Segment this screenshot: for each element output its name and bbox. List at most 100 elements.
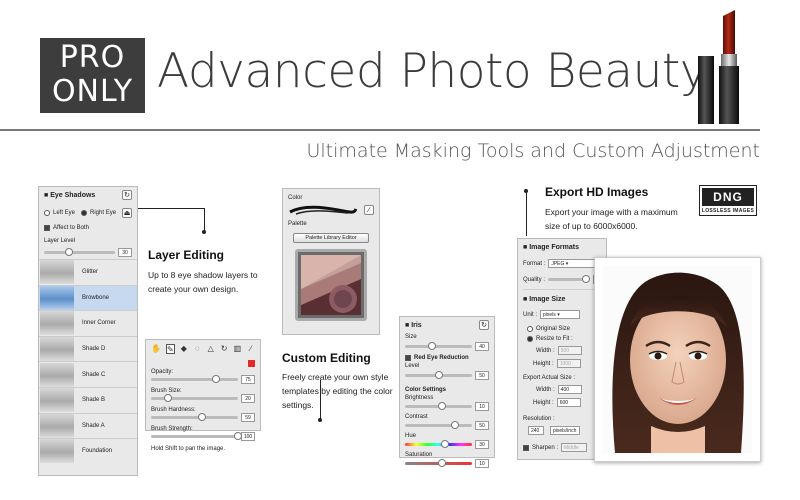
layer-thumbnail [40,439,74,464]
slider-knob[interactable] [451,421,460,429]
layer-item[interactable]: Shade D [39,335,137,362]
iris-title: ■ Iris [405,321,422,329]
eyedropper-icon[interactable]: ∕ [364,205,374,215]
eraser-icon[interactable]: ◆ [180,344,188,354]
contrast-label: Contrast [405,414,428,420]
iris-size-value[interactable]: 40 [475,342,489,351]
saturation-slider[interactable] [405,459,472,467]
reset-icon[interactable]: ↻ [122,190,132,200]
opacity-value[interactable]: 75 [241,375,255,384]
original-size-label: Original Size [536,326,571,332]
slider-knob[interactable] [427,342,436,350]
resolution-field[interactable]: 240 [528,426,544,435]
quality-slider[interactable] [548,275,590,283]
sharpen-checkbox[interactable] [523,444,529,451]
layer-item[interactable]: Foundation [39,438,137,464]
red-eye-checkbox[interactable] [405,355,411,361]
iris-size-slider[interactable] [405,342,472,350]
slider-knob[interactable] [581,275,590,283]
slider-knob[interactable] [234,432,242,440]
color-settings-label: Color Settings [405,387,447,393]
format-label: Format : [523,260,546,267]
page-subtitle: Ultimate Masking Tools and Custom Adjust… [306,140,761,162]
brush-strength-value[interactable]: 100 [241,432,255,441]
affect-both-checkbox[interactable] [44,225,50,231]
layer-level-value[interactable]: 30 [118,248,132,257]
left-eye-radio[interactable] [44,210,50,216]
slider-knob[interactable] [198,413,207,421]
slider-knob[interactable] [437,459,446,467]
level-slider[interactable] [405,371,472,379]
actual-width-field[interactable]: 400 [557,385,582,394]
palette-library-editor-button[interactable]: Palette Library Editor [293,233,369,243]
layer-name: Shade D [82,346,106,353]
sharpen-select[interactable]: Middle [561,443,588,452]
slider-knob[interactable] [437,402,446,410]
slider-knob[interactable] [434,371,443,379]
layer-item[interactable]: Shade A [39,412,137,439]
brush-hardness-slider[interactable] [151,413,238,421]
unit-select[interactable]: pixels ▾ [540,310,581,319]
fit-width-field[interactable]: 500 [557,346,582,355]
quality-label: Quality : [523,276,546,283]
iris-panel: ■ Iris ↻ Size 40 Red Eye Reduction Level… [399,316,495,468]
brightness-slider[interactable] [405,402,472,410]
hand-icon[interactable]: ✋ [151,344,161,354]
brush-strength-slider[interactable] [151,432,242,440]
original-size-radio[interactable] [527,326,533,332]
export-text: Export your image with a maximum size of… [545,207,678,231]
layer-item[interactable]: Shade C [39,361,137,387]
resize-to-fit-radio[interactable] [527,336,533,342]
layer-item[interactable]: Inner Corner [39,310,137,336]
fit-height-field[interactable]: 1000 [556,359,581,368]
hue-slider[interactable] [405,440,472,448]
lasso-icon[interactable]: ◌ [193,344,201,354]
badge-line1: PRO [59,40,126,75]
level-value[interactable]: 50 [475,371,489,380]
brightness-value[interactable]: 10 [475,402,489,411]
pro-only-badge: PRO ONLY [40,38,145,113]
contrast-value[interactable]: 50 [475,421,489,430]
palette-preview[interactable] [295,249,367,321]
opacity-slider[interactable] [151,375,238,383]
brush-icon[interactable]: ✎ [165,344,175,354]
contrast-slider[interactable] [405,421,472,429]
hue-value[interactable]: 30 [475,440,489,449]
saturation-value[interactable]: 10 [475,459,489,468]
palette-label: Palette [288,221,307,227]
eject-icon[interactable]: ⏏ [122,208,132,218]
reset-icon[interactable]: ↻ [479,320,489,330]
layer-item[interactable]: Browbone [39,284,137,311]
iris-size-label: Size [405,334,417,340]
layer-editing-text: Up to 8 eye shadow layers to create your… [148,270,258,294]
trash-icon[interactable]: ▥ [233,344,242,354]
resize-to-fit-label: Resize to Fit : [536,336,573,342]
layer-item[interactable]: Shade B [39,386,137,413]
brush-panel: ✋ ✎ ◆ ◌ △ ↻ ▥ ∕ Opacity: 75 Brush Size: … [145,339,261,452]
rotate-icon[interactable]: ↻ [220,344,228,354]
resolution-unit-select[interactable]: pixels/inch [550,426,580,435]
left-eye-label: Left Eye [53,210,76,216]
format-select[interactable]: JPEG ▾ [548,259,597,268]
slider-knob[interactable] [164,394,173,402]
layer-item[interactable]: Glitter [39,259,137,285]
image-formats-title: ■ Image Formats [523,244,579,251]
color-swatch[interactable] [248,360,255,367]
slider-knob[interactable] [65,248,74,256]
right-eye-radio[interactable] [81,210,88,216]
actual-height-field[interactable]: 600 [556,398,581,407]
layer-thumbnail [40,388,74,413]
slider-knob[interactable] [441,440,450,448]
brush-hardness-value[interactable]: 59 [241,413,255,422]
slider-knob[interactable] [212,375,221,383]
polygon-lasso-icon[interactable]: △ [206,344,214,354]
connector-line [526,192,527,236]
custom-editing-text: Freely create your own style templates b… [282,372,393,410]
layer-thumbnail [40,362,74,387]
layer-editing-heading: Layer Editing [148,248,225,262]
brush-size-slider[interactable] [151,394,238,402]
layer-thumbnail [40,260,74,285]
brush-size-value[interactable]: 20 [241,394,255,403]
layer-level-slider[interactable] [44,248,115,256]
eyedropper-icon[interactable]: ∕ [247,344,255,354]
